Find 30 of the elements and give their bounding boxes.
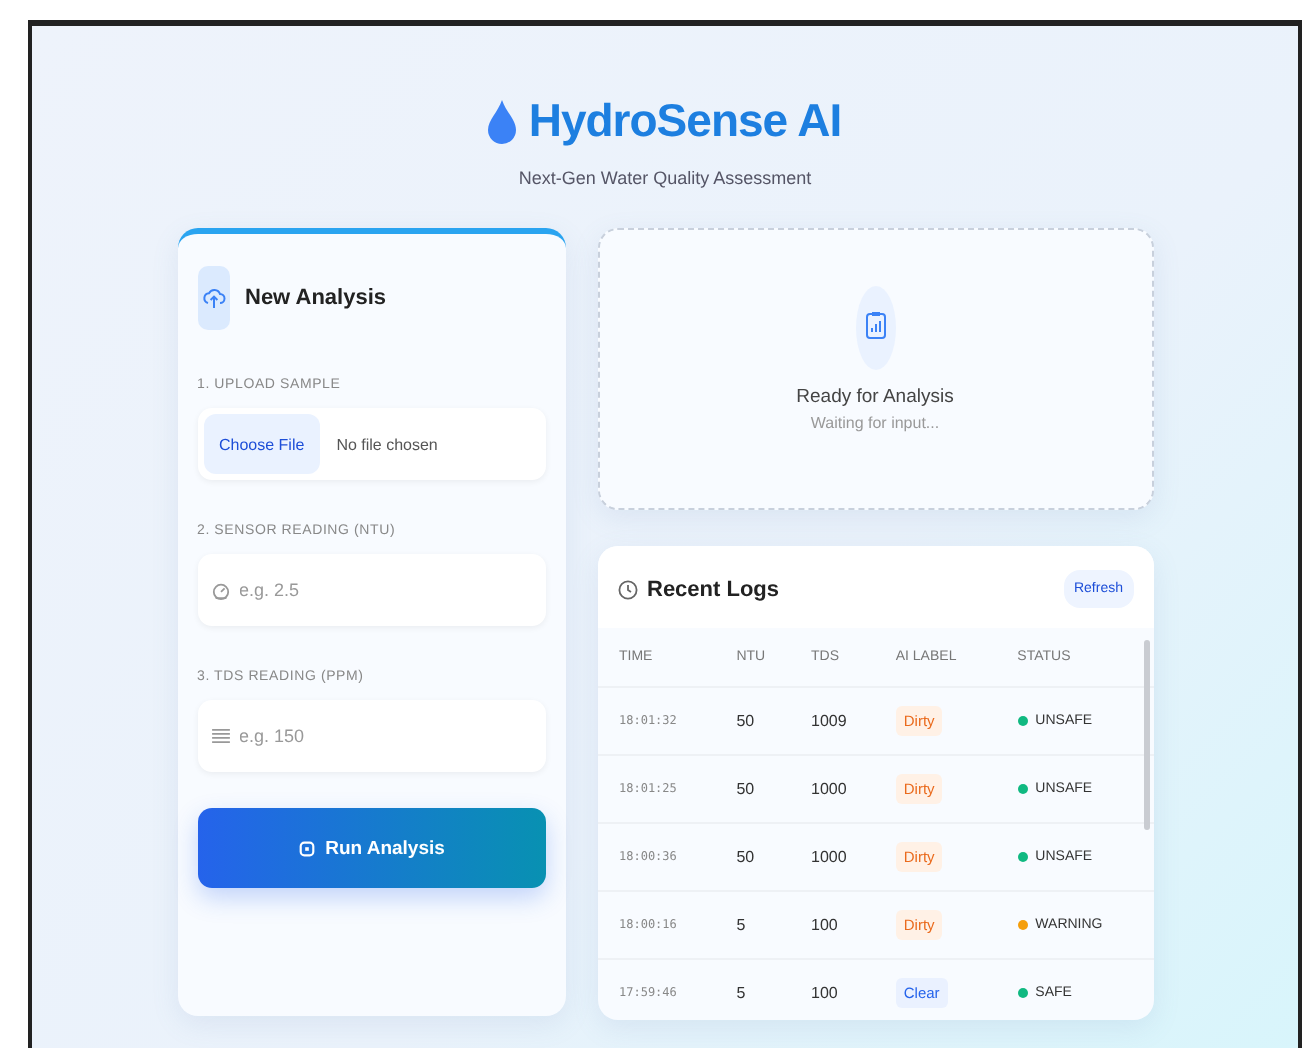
table-cell: 50 [714, 823, 790, 891]
table-cell: 5 [714, 891, 790, 959]
input-field[interactable]: e.g. 2.5 [197, 554, 545, 626]
app-subtitle: Next-Gen Water Quality Assessment [518, 168, 812, 188]
cloud-upload-icon [197, 266, 229, 330]
gauge-icon [211, 582, 229, 600]
clock-icon [617, 579, 637, 599]
run-analysis-button[interactable]: Run Analysis [197, 808, 545, 888]
file-status: No file chosen [336, 435, 438, 453]
card-title: New Analysis [245, 286, 387, 310]
clipboard-chart-icon [855, 286, 895, 370]
status-title: Ready for Analysis [796, 386, 954, 408]
table-cell: 1000 [789, 823, 874, 891]
table-cell: 50 [714, 755, 790, 823]
table-cell: 100 [789, 891, 874, 959]
table-cell: 1009 [789, 687, 874, 755]
table-cell: 1000 [789, 755, 874, 823]
list-icon [211, 728, 229, 744]
choose-file-button[interactable]: Choose File [203, 414, 321, 474]
app-title: HydroSense AI [528, 94, 842, 148]
table-cell: 5 [714, 959, 790, 1020]
table-cell: 50 [714, 687, 790, 755]
water-drop-icon [488, 99, 517, 143]
card-title: Recent Logs [647, 577, 780, 601]
scrollbar[interactable] [1143, 640, 1149, 830]
file-input[interactable]: Choose File No file chosen [197, 408, 545, 480]
input-field[interactable]: e.g. 150 [197, 700, 545, 772]
status-subtitle: Waiting for input... [810, 414, 940, 432]
chip-icon [297, 839, 316, 857]
table-cell: 100 [789, 959, 874, 1020]
